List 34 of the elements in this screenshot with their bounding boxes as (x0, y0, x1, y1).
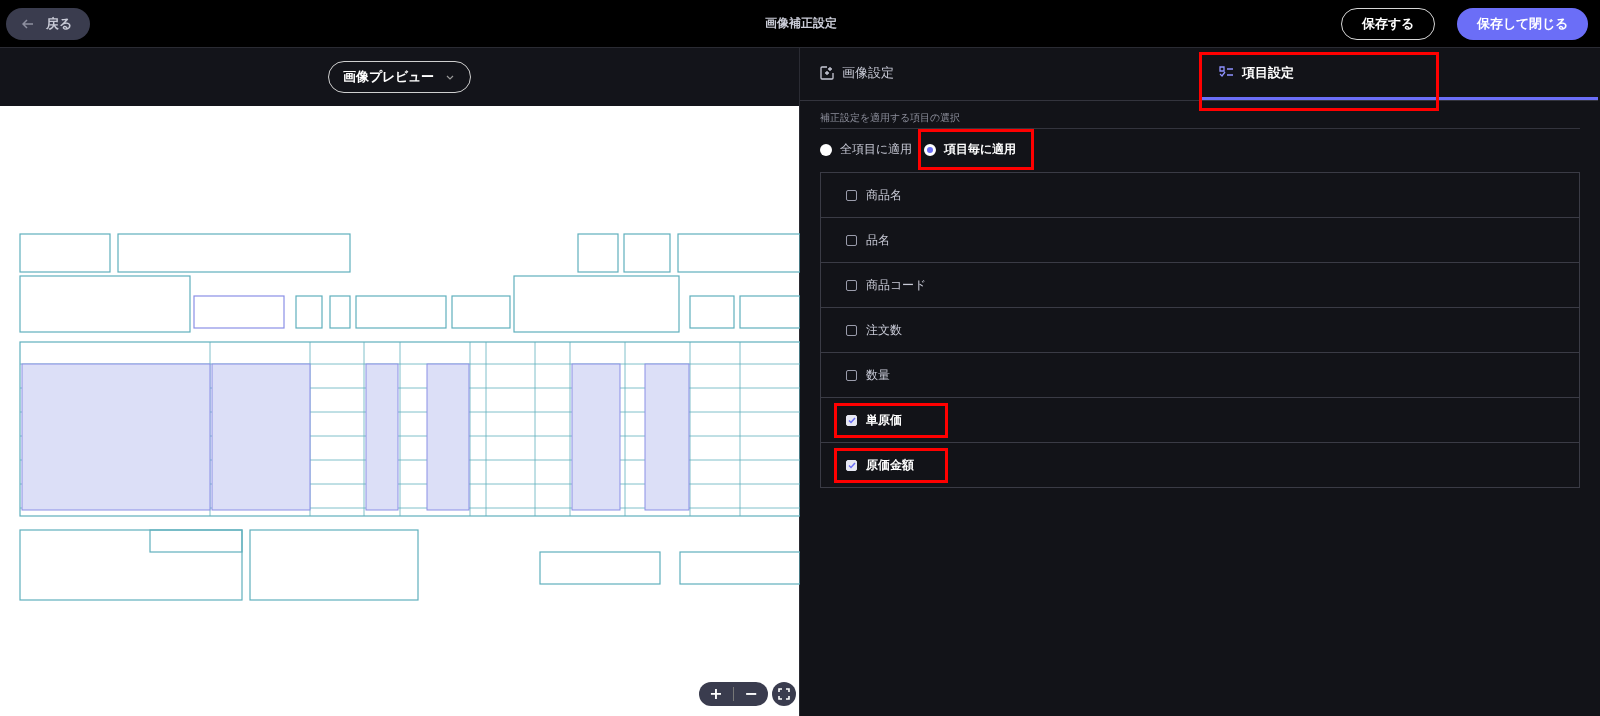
checkbox[interactable] (846, 279, 857, 291)
fit-screen-button[interactable] (772, 682, 796, 706)
checkbox[interactable] (846, 369, 857, 381)
tab[interactable]: 画像設定 (800, 48, 1199, 100)
check-icon (847, 461, 856, 469)
radio-button[interactable] (820, 143, 832, 156)
item-checkbox[interactable]: 商品名 (846, 183, 906, 207)
item-checkbox[interactable]: 品名 (846, 228, 894, 252)
zoom-out-button[interactable]: − (734, 682, 768, 706)
save-button[interactable]: 保存する (1341, 7, 1435, 40)
item-checkbox[interactable]: 数量 (846, 363, 894, 387)
checkbox[interactable] (846, 234, 857, 246)
view-select[interactable]: 画像プレビュー (328, 61, 471, 93)
radio-button[interactable] (924, 143, 936, 156)
item-checkbox[interactable]: 原価金額 (846, 453, 918, 477)
checkbox[interactable] (846, 189, 857, 201)
item-checkbox[interactable]: 単原価 (846, 408, 906, 432)
arrow-left-icon (22, 18, 34, 29)
radio-option[interactable]: 項目毎に適用 (924, 137, 1020, 162)
tab[interactable]: 項目設定 (1199, 48, 1598, 100)
section-label: 補正設定を適用する項目の選択 (820, 111, 1580, 129)
checkbox[interactable] (846, 324, 857, 336)
item-checkbox[interactable]: 商品コード (846, 273, 930, 297)
zoom-in-button[interactable]: + (699, 682, 733, 706)
back-button[interactable]: 戻る (6, 7, 90, 40)
radio-option[interactable]: 全項目に適用 (820, 137, 916, 162)
save-and-close-button[interactable]: 保存して閉じる (1457, 7, 1588, 40)
item-checkbox[interactable]: 注文数 (846, 318, 906, 342)
image-plus-icon (820, 65, 834, 80)
fit-screen-icon (778, 688, 790, 700)
page-title: 画像補正設定 (763, 15, 838, 32)
check-icon (847, 416, 856, 424)
chevron-down-icon (446, 74, 454, 80)
checklist-icon (1219, 66, 1234, 79)
